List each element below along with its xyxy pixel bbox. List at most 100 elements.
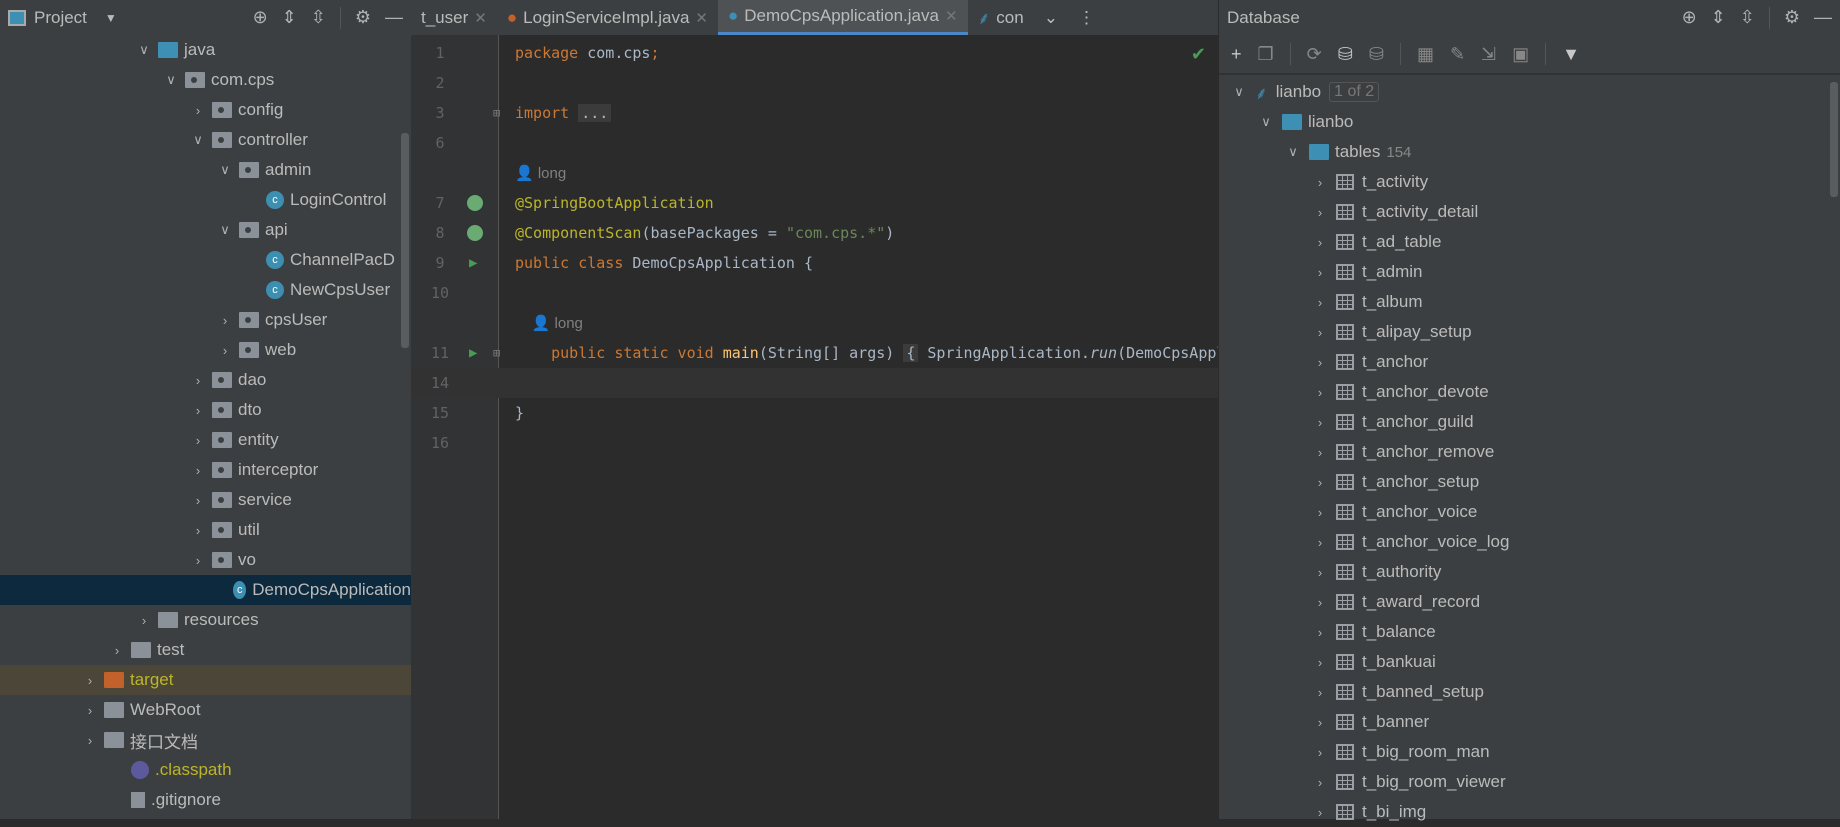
project-title[interactable]: Project: [34, 8, 87, 28]
collapse-all-icon[interactable]: ⇳: [1740, 7, 1755, 28]
expand-all-icon[interactable]: ⇕: [1711, 7, 1726, 28]
schema-node[interactable]: ∨ lianbo: [1219, 107, 1840, 137]
chevron-right-icon[interactable]: ›: [188, 403, 208, 418]
collapse-all-icon[interactable]: ⇳: [311, 7, 326, 28]
chevron-right-icon[interactable]: ›: [1310, 805, 1330, 820]
chevron-right-icon[interactable]: ›: [1310, 175, 1330, 190]
tree-item[interactable]: › dto: [0, 395, 411, 425]
chevron-right-icon[interactable]: ›: [80, 703, 100, 718]
chevron-down-icon[interactable]: ∨: [161, 72, 181, 88]
add-icon[interactable]: +: [1231, 44, 1242, 65]
table-node[interactable]: › t_banner: [1219, 707, 1840, 737]
chevron-right-icon[interactable]: ›: [1310, 265, 1330, 280]
tree-item[interactable]: › target: [0, 665, 411, 695]
locate-icon[interactable]: ⊕: [1682, 7, 1697, 28]
chevron-down-icon[interactable]: ∨: [215, 222, 235, 238]
chevron-right-icon[interactable]: ›: [215, 313, 235, 328]
code-line[interactable]: 6: [411, 128, 1218, 158]
code-line[interactable]: 👤 long: [411, 158, 1218, 188]
dropdown-icon[interactable]: ▼: [105, 11, 117, 25]
chevron-right-icon[interactable]: ›: [1310, 235, 1330, 250]
code-line[interactable]: 3 ⊞ import ...: [411, 98, 1218, 128]
tree-item[interactable]: c NewCpsUser: [0, 275, 411, 305]
gear-icon[interactable]: ⚙: [1784, 7, 1800, 28]
table-node[interactable]: › t_anchor_guild: [1219, 407, 1840, 437]
more-icon[interactable]: ⋮: [1068, 0, 1105, 35]
query-console-icon[interactable]: ▣: [1512, 44, 1529, 65]
tabs-dropdown-icon[interactable]: ⌄: [1034, 0, 1068, 35]
chevron-down-icon[interactable]: ∨: [1229, 84, 1249, 100]
tree-item[interactable]: c LoginControl: [0, 185, 411, 215]
chevron-right-icon[interactable]: ›: [1310, 595, 1330, 610]
tree-item[interactable]: ∨ admin: [0, 155, 411, 185]
chevron-right-icon[interactable]: ›: [1310, 355, 1330, 370]
chevron-down-icon[interactable]: ∨: [134, 42, 154, 58]
run-icon[interactable]: ▶: [469, 255, 477, 271]
code-line[interactable]: 7 @SpringBootApplication: [411, 188, 1218, 218]
chevron-right-icon[interactable]: ›: [1310, 205, 1330, 220]
code-line[interactable]: 11 ▶ ⊞ public static void main(String[] ar…: [411, 338, 1433, 368]
chevron-right-icon[interactable]: ›: [1310, 715, 1330, 730]
gear-icon[interactable]: ⚙: [355, 7, 371, 28]
chevron-right-icon[interactable]: ›: [1310, 505, 1330, 520]
tables-node[interactable]: ∨ tables 154: [1219, 137, 1840, 167]
table-node[interactable]: › t_balance: [1219, 617, 1840, 647]
code-line[interactable]: 1 package com.cps;: [411, 38, 1218, 68]
tree-item[interactable]: › interceptor: [0, 455, 411, 485]
chevron-right-icon[interactable]: ›: [188, 103, 208, 118]
copy-icon[interactable]: ❐: [1258, 44, 1274, 65]
run-icon[interactable]: ▶: [469, 345, 477, 361]
table-node[interactable]: › t_anchor_devote: [1219, 377, 1840, 407]
chevron-right-icon[interactable]: ›: [1310, 685, 1330, 700]
chevron-right-icon[interactable]: ›: [107, 643, 127, 658]
code-line[interactable]: 8 @ComponentScan(basePackages = "com.cps.…: [411, 218, 1218, 248]
hide-icon[interactable]: —: [1814, 7, 1832, 28]
tree-item[interactable]: › dao: [0, 365, 411, 395]
chevron-right-icon[interactable]: ›: [188, 493, 208, 508]
editor-tab[interactable]: ● LoginServiceImpl.java ✕: [497, 0, 718, 35]
table-node[interactable]: › t_banned_setup: [1219, 677, 1840, 707]
table-node[interactable]: › t_alipay_setup: [1219, 317, 1840, 347]
table-node[interactable]: › t_anchor: [1219, 347, 1840, 377]
table-node[interactable]: › t_bi_img: [1219, 797, 1840, 827]
code-line[interactable]: 15}: [411, 398, 1218, 428]
tree-item[interactable]: › WebRoot: [0, 695, 411, 725]
chevron-right-icon[interactable]: ›: [188, 463, 208, 478]
table-node[interactable]: › t_activity_detail: [1219, 197, 1840, 227]
chevron-right-icon[interactable]: ›: [1310, 745, 1330, 760]
chevron-right-icon[interactable]: ›: [1310, 415, 1330, 430]
table-node[interactable]: › t_album: [1219, 287, 1840, 317]
chevron-down-icon[interactable]: ∨: [215, 162, 235, 178]
code-line[interactable]: 10: [411, 278, 1218, 308]
tree-item[interactable]: ∨ java: [0, 35, 411, 65]
database-icon[interactable]: ⛁: [1369, 44, 1384, 65]
filter-icon[interactable]: ▼: [1562, 44, 1580, 65]
code-line[interactable]: 👤 long: [411, 308, 1218, 338]
locate-icon[interactable]: ⊕: [253, 7, 268, 28]
editor-tab[interactable]: t_user ✕: [411, 0, 497, 35]
chevron-right-icon[interactable]: ›: [80, 733, 100, 748]
chevron-right-icon[interactable]: ›: [80, 673, 100, 688]
chevron-down-icon[interactable]: ∨: [188, 132, 208, 148]
table-node[interactable]: › t_ad_table: [1219, 227, 1840, 257]
table-node[interactable]: › t_bankuai: [1219, 647, 1840, 677]
chevron-right-icon[interactable]: ›: [1310, 775, 1330, 790]
expand-all-icon[interactable]: ⇕: [282, 7, 297, 28]
tree-item[interactable]: .gitignore: [0, 785, 411, 815]
tree-item[interactable]: › 接口文档: [0, 725, 411, 755]
connection-node[interactable]: ∨ ⸙ lianbo 1 of 2: [1219, 77, 1840, 107]
hide-icon[interactable]: —: [385, 7, 403, 28]
jump-icon[interactable]: ⇲: [1481, 44, 1496, 65]
tree-item[interactable]: › test: [0, 635, 411, 665]
editor-tab[interactable]: ⸙ con: [968, 0, 1034, 35]
chevron-right-icon[interactable]: ›: [188, 373, 208, 388]
chevron-right-icon[interactable]: ›: [1310, 475, 1330, 490]
project-scrollbar[interactable]: [401, 133, 409, 348]
chevron-down-icon[interactable]: ∨: [1256, 114, 1276, 130]
tree-item[interactable]: › resources: [0, 605, 411, 635]
data-source-properties-icon[interactable]: ⛁: [1338, 44, 1353, 65]
table-node[interactable]: › t_activity: [1219, 167, 1840, 197]
tree-item[interactable]: c DemoCpsApplication: [0, 575, 411, 605]
code-line[interactable]: 9 ▶ public class DemoCpsApplication {: [411, 248, 1218, 278]
table-node[interactable]: › t_anchor_setup: [1219, 467, 1840, 497]
